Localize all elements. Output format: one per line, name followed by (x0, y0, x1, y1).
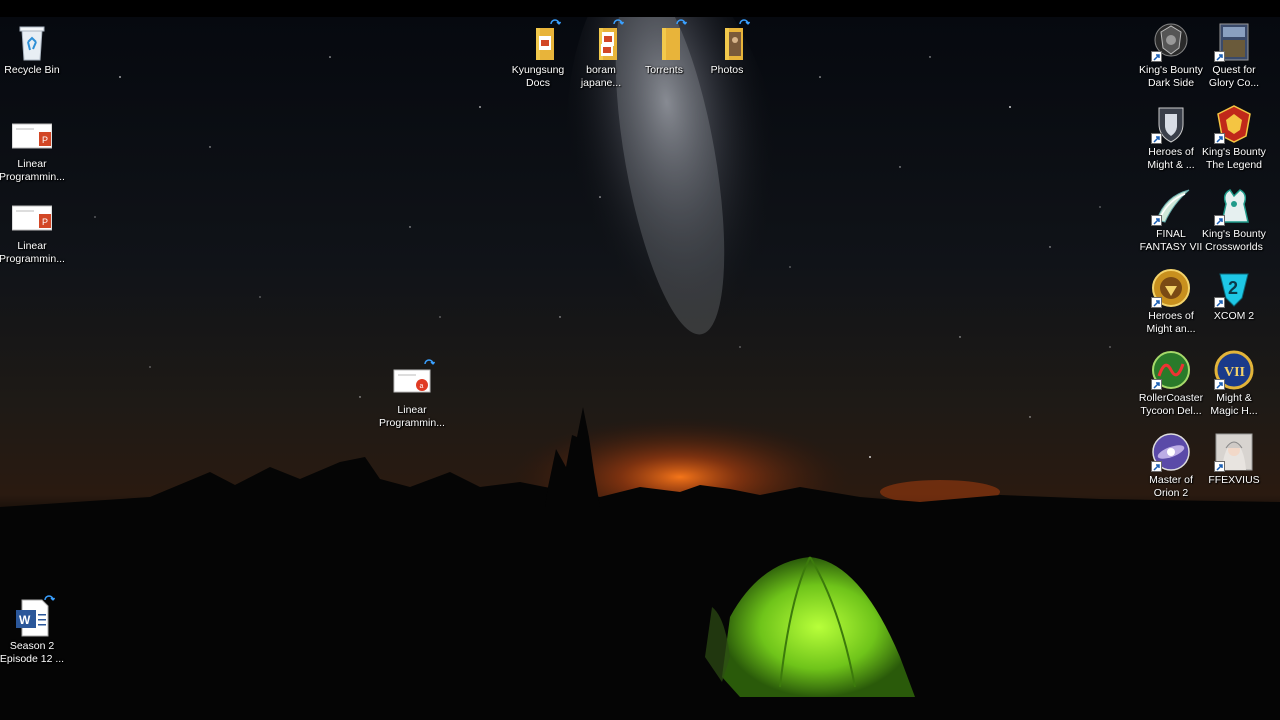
desktop-icon-label: King's Bounty The Legend (1202, 146, 1266, 171)
shortcut-arrow-icon (1214, 379, 1225, 390)
sync-icon (44, 595, 55, 601)
sync-icon (676, 19, 687, 25)
desktop-icon-boram-japanese[interactable]: boram japane... (569, 19, 633, 98)
svg-text:a: a (420, 383, 424, 390)
desktop-icon-label: Master of Orion 2 (1149, 474, 1193, 499)
rollercoaster-tycoon-icon (1151, 350, 1191, 390)
sync-icon (550, 19, 561, 25)
desktop-icon-heroes-of-might-1[interactable]: Heroes of Might & ... (1139, 102, 1203, 180)
ffexvius-icon (1214, 432, 1254, 472)
desktop-icon-label: FFEXVIUS (1208, 474, 1260, 486)
shortcut-arrow-icon (1214, 461, 1225, 472)
desktop-icon-label: Season 2 Episode 12 ... (0, 640, 65, 665)
heroes-of-might-gold-icon (1151, 268, 1191, 308)
desktop-icon-kings-bounty-crossworlds[interactable]: King's Bounty Crossworlds (1202, 184, 1266, 262)
master-of-orion-icon (1151, 432, 1191, 472)
folder-icon (581, 19, 624, 62)
desktop-icon-linear-programming-3[interactable]: a Linear Programmin... (379, 359, 445, 438)
powerpoint-file-icon: P (12, 198, 52, 238)
desktop-icon-recycle-bin[interactable]: Recycle Bin (0, 20, 64, 98)
desktop-icon-label: RollerCoaster Tycoon Del... (1138, 392, 1204, 417)
desktop-icon-kyungsung-docs[interactable]: Kyungsung Docs (506, 19, 570, 98)
desktop-icon-label: Kyungsung Docs (511, 64, 565, 89)
might-and-magic-icon: VII (1214, 350, 1254, 390)
desktop-wallpaper (0, 17, 1280, 720)
shortcut-arrow-icon (1151, 297, 1162, 308)
desktop-icon-kings-bounty-dark-side[interactable]: King's Bounty Dark Side (1139, 20, 1203, 98)
desktop-icon-quest-for-glory[interactable]: Quest for Glory Co... (1202, 20, 1266, 98)
desktop-icon-heroes-of-might-2[interactable]: Heroes of Might an... (1139, 266, 1203, 344)
desktop-icon-label: Might & Magic H... (1210, 392, 1258, 417)
desktop-icon-label: Recycle Bin (4, 64, 60, 76)
desktop-icon-master-of-orion-2[interactable]: Master of Orion 2 (1139, 430, 1203, 508)
desktop-icon-label: King's Bounty Dark Side (1139, 64, 1203, 89)
pdf-file-icon: a (392, 359, 435, 402)
desktop-icon-label: boram japane... (580, 64, 622, 89)
xcom-2-icon: 2 (1214, 268, 1254, 308)
desktop-icon-xcom-2[interactable]: 2 XCOM 2 (1202, 266, 1266, 344)
quest-for-glory-icon (1214, 22, 1254, 62)
shortcut-arrow-icon (1151, 133, 1162, 144)
desktop-icon-final-fantasy-vii[interactable]: FINAL FANTASY VII (1139, 184, 1203, 262)
folder-icon (644, 19, 687, 62)
desktop-icon-label: Linear Programmin... (0, 240, 65, 265)
desktop-icon-label: Torrents (645, 64, 683, 76)
desktop-icon-kings-bounty-the-legend[interactable]: King's Bounty The Legend (1202, 102, 1266, 180)
desktop-icon-label: Heroes of Might & ... (1147, 146, 1195, 171)
desktop-icon-rollercoaster-tycoon[interactable]: RollerCoaster Tycoon Del... (1139, 348, 1203, 426)
svg-text:P: P (42, 135, 48, 145)
shortcut-arrow-icon (1214, 133, 1225, 144)
shortcut-arrow-icon (1214, 297, 1225, 308)
desktop-icon-label: XCOM 2 (1213, 310, 1255, 322)
desktop-icon-label: Heroes of Might an... (1146, 310, 1196, 335)
kings-bounty-dark-side-icon (1151, 22, 1191, 62)
desktop-icon-label: Quest for Glory Co... (1208, 64, 1260, 89)
top-letterbox-bar (0, 0, 1280, 17)
desktop-icon-photos[interactable]: Photos (695, 19, 759, 98)
sync-icon (613, 19, 624, 25)
desktop-icon-label: Linear Programmin... (379, 404, 445, 429)
shortcut-arrow-icon (1151, 51, 1162, 62)
kings-bounty-crossworlds-icon (1214, 186, 1254, 226)
desktop-icon-torrents[interactable]: Torrents (632, 19, 696, 98)
desktop-icon-label: Linear Programmin... (0, 158, 65, 183)
desktop-icon-ffexvius[interactable]: FFEXVIUS (1202, 430, 1266, 508)
sync-icon (739, 19, 750, 25)
shortcut-arrow-icon (1214, 51, 1225, 62)
final-fantasy-vii-icon (1151, 186, 1191, 226)
desktop-icon-label: Photos (710, 64, 744, 76)
recycle-bin-icon (12, 22, 52, 62)
svg-text:P: P (42, 217, 48, 227)
kings-bounty-legend-icon (1214, 104, 1254, 144)
desktop-icon-label: FINAL FANTASY VII (1139, 228, 1203, 253)
desktop-icon-season-2-episode-12[interactable]: W Season 2 Episode 12 ... (0, 595, 65, 674)
folder-icon (518, 19, 561, 62)
heroes-of-might-shield-icon (1151, 104, 1191, 144)
desktop-icon-might-and-magic[interactable]: VII Might & Magic H... (1202, 348, 1266, 426)
desktop-icon-label: King's Bounty Crossworlds (1202, 228, 1266, 253)
svg-text:W: W (19, 613, 31, 627)
shortcut-arrow-icon (1214, 215, 1225, 226)
svg-text:VII: VII (1224, 365, 1245, 380)
word-document-icon: W (12, 595, 55, 638)
shortcut-arrow-icon (1151, 379, 1162, 390)
desktop-icon-linear-programming-2[interactable]: P Linear Programmin... (0, 196, 65, 274)
svg-text:2: 2 (1228, 278, 1238, 298)
folder-icon (707, 19, 750, 62)
powerpoint-file-icon: P (12, 116, 52, 156)
shortcut-arrow-icon (1151, 215, 1162, 226)
sync-icon (424, 359, 435, 365)
desktop-icon-linear-programming-1[interactable]: P Linear Programmin... (0, 114, 65, 192)
shortcut-arrow-icon (1151, 461, 1162, 472)
